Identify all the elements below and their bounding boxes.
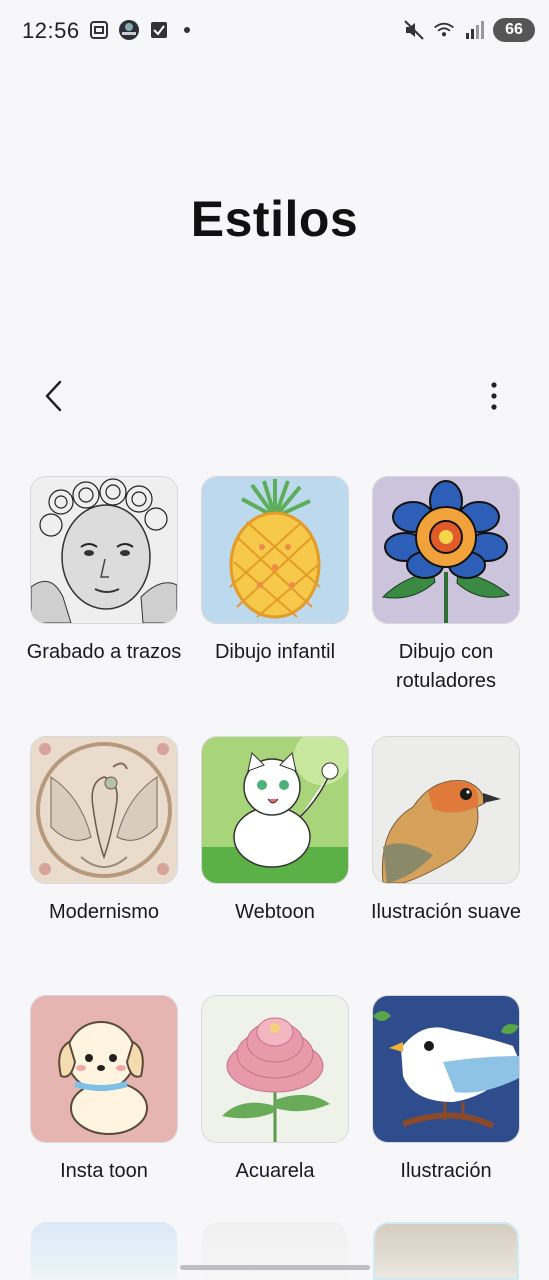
wifi-icon	[433, 19, 455, 41]
style-label: Modernismo	[48, 901, 160, 923]
screenshot-icon	[88, 19, 110, 41]
style-label: Ilustración suave	[370, 901, 522, 923]
webtoon-cat-thumbnail	[201, 736, 349, 884]
style-card-ilustracion-suave[interactable]: Ilustración suave	[361, 736, 531, 927]
more-options-button[interactable]	[476, 376, 512, 416]
art-nouveau-thumbnail	[30, 736, 178, 884]
style-label: Webtoon	[235, 901, 315, 923]
style-label: Grabado a trazos	[26, 641, 182, 663]
checkbox-icon	[148, 19, 170, 41]
style-label: Dibujo infantil	[214, 641, 336, 663]
pineapple-thumbnail	[201, 476, 349, 624]
style-card-partial[interactable]	[202, 1222, 348, 1280]
flower-marker-thumbnail	[372, 476, 520, 624]
battery-indicator: 66	[493, 18, 535, 42]
back-button[interactable]	[36, 376, 72, 416]
bird-illustration-thumbnail	[372, 995, 520, 1143]
style-card-grabado[interactable]: Grabado a trazos	[19, 476, 189, 667]
style-card-partial[interactable]	[373, 1222, 519, 1280]
more-vertical-icon	[491, 382, 497, 410]
engraving-thumbnail	[30, 476, 178, 624]
soft-bird-thumbnail	[372, 736, 520, 884]
clock: 12:56	[22, 18, 80, 43]
style-label: Dibujo con rotuladores	[395, 641, 497, 692]
style-card-acuarela[interactable]: Acuarela	[190, 995, 360, 1186]
style-card-ilustracion[interactable]: Ilustración	[361, 995, 531, 1186]
puppy-thumbnail	[30, 995, 178, 1143]
style-label: Acuarela	[235, 1160, 315, 1182]
home-indicator[interactable]	[179, 1265, 370, 1270]
style-card-insta-toon[interactable]: Insta toon	[19, 995, 189, 1186]
style-card-dibujo-infantil[interactable]: Dibujo infantil	[190, 476, 360, 667]
signal-icon	[463, 19, 485, 41]
peony-watercolor-thumbnail	[201, 995, 349, 1143]
mute-icon	[403, 19, 425, 41]
style-card-webtoon[interactable]: Webtoon	[190, 736, 360, 927]
style-card-partial[interactable]	[31, 1222, 177, 1280]
app-avatar-icon	[118, 19, 140, 41]
style-card-rotuladores[interactable]: Dibujo con rotuladores	[361, 476, 531, 696]
chevron-left-icon	[45, 380, 62, 412]
notification-dot-icon	[184, 27, 190, 33]
page-title: Estilos	[190, 191, 359, 247]
style-label: Insta toon	[60, 1160, 148, 1182]
status-bar: 12:56 66	[0, 0, 549, 62]
style-label: Ilustración	[400, 1160, 492, 1182]
style-card-modernismo[interactable]: Modernismo	[19, 736, 189, 927]
